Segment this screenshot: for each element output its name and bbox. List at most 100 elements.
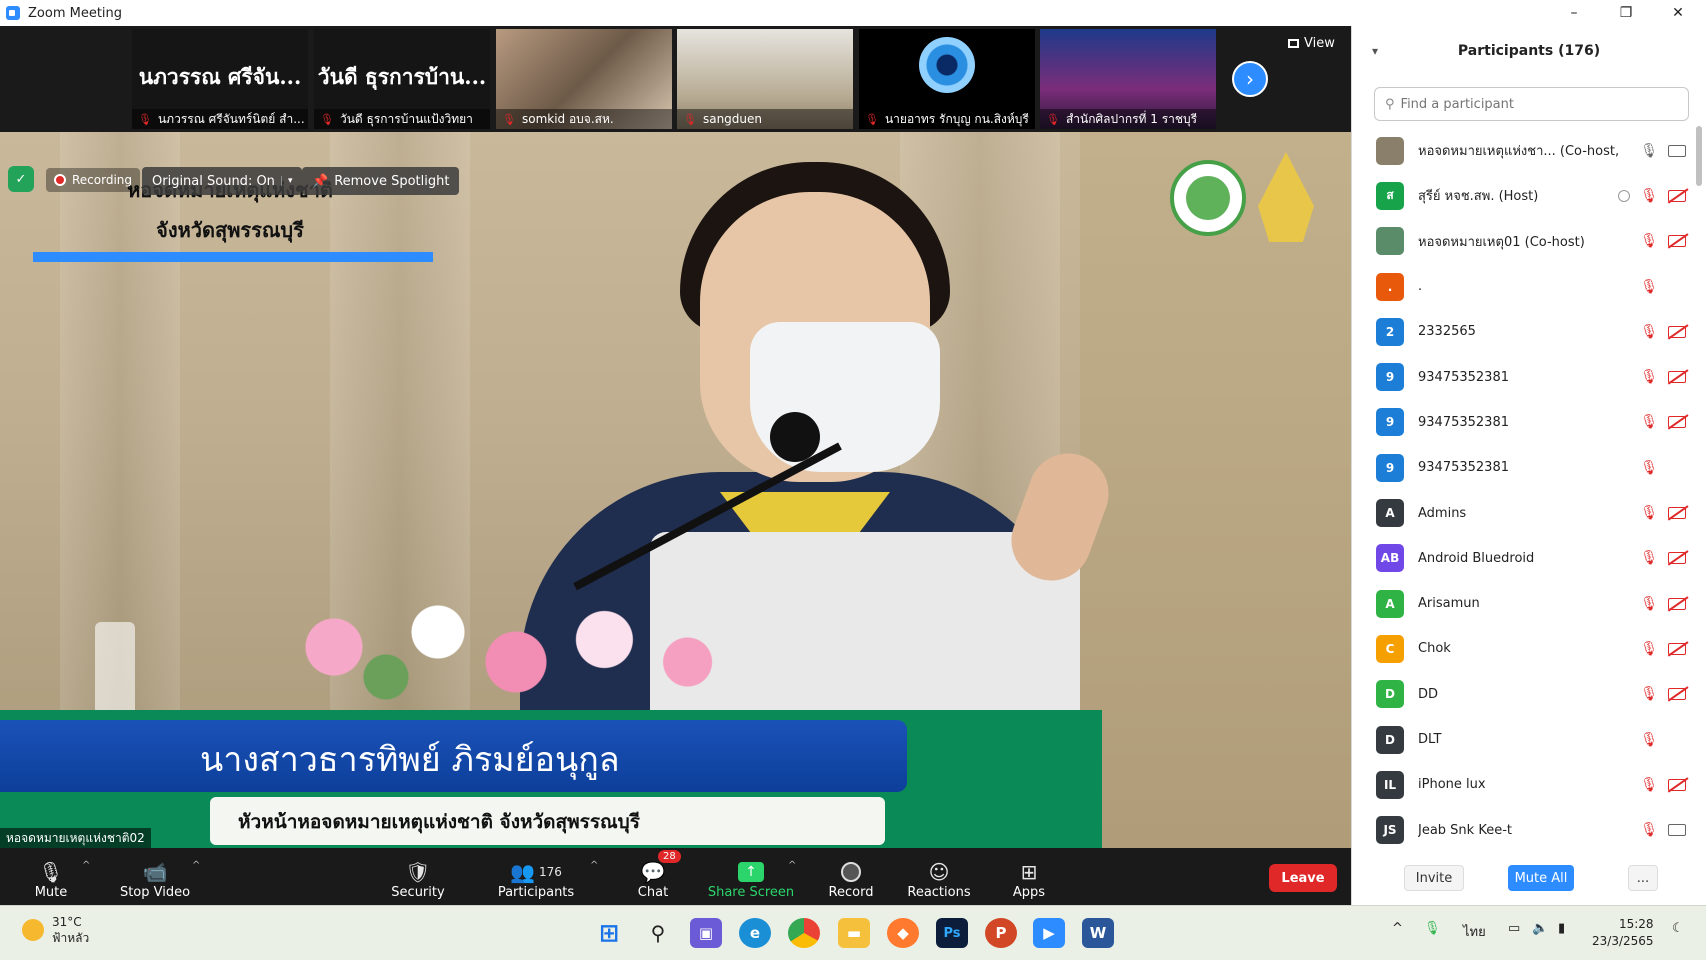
participant-row[interactable]: หอจดหมายเหตุแห่งชา... (Co-host, me) 🎙	[1352, 128, 1692, 173]
participants-button[interactable]: 👥 176 Participants	[491, 852, 581, 902]
windows-start-icon[interactable]: ⊞	[593, 918, 625, 948]
camera-off-icon[interactable]	[1668, 416, 1686, 429]
video-options-caret-icon[interactable]: ^	[192, 860, 200, 871]
muted-mic-icon[interactable]: 🎙	[1640, 777, 1658, 793]
volume-icon[interactable]: 🔈	[1532, 921, 1548, 936]
participant-row[interactable]: A Admins 🎙	[1352, 490, 1692, 535]
original-sound-button[interactable]: Original Sound: On ▾	[142, 167, 303, 195]
muted-mic-icon[interactable]: 🎙	[1640, 369, 1658, 385]
muted-mic-icon[interactable]: 🎙	[1640, 460, 1658, 476]
participant-row[interactable]: 9 93475352381 🎙	[1352, 400, 1692, 445]
participant-row[interactable]: A Arisamun 🎙	[1352, 581, 1692, 626]
camera-off-icon[interactable]	[1668, 235, 1686, 248]
participant-row[interactable]: 2 2332565 🎙	[1352, 309, 1692, 354]
show-hidden-icons-caret-icon[interactable]: ^	[1392, 921, 1403, 936]
notifications-icon[interactable]: ☾	[1672, 921, 1684, 936]
apps-button[interactable]: ⊞ Apps	[984, 852, 1074, 902]
muted-mic-icon[interactable]: 🎙	[1640, 686, 1658, 702]
muted-mic-icon[interactable]: 🎙	[1640, 188, 1658, 204]
camera-on-icon[interactable]	[1668, 144, 1686, 157]
muted-mic-icon[interactable]: 🎙	[1640, 732, 1658, 748]
teams-chat-icon[interactable]: ▣	[690, 918, 722, 948]
participant-thumbnail[interactable]: 🎙 นายอาทร รักบุญ กน.สิงห์บุรี	[859, 29, 1035, 129]
collapse-chevron-icon[interactable]: ▾	[1372, 44, 1378, 58]
minimize-button[interactable]: –	[1548, 0, 1600, 26]
camera-off-icon[interactable]	[1668, 642, 1686, 655]
participant-thumbnail[interactable]: นภวรรณ ศรีจัน... 🎙 นภวรรณ ศรีจันทร์นิตย์ …	[132, 29, 308, 129]
display-icon[interactable]: ▭	[1508, 921, 1520, 936]
file-explorer-icon[interactable]: ▬	[838, 918, 870, 948]
record-button[interactable]: Record	[806, 852, 896, 902]
share-options-caret-icon[interactable]: ^	[788, 860, 796, 871]
muted-mic-icon[interactable]: 🎙	[1640, 550, 1658, 566]
camera-off-icon[interactable]	[1668, 189, 1686, 202]
input-language[interactable]: ไทย	[1463, 921, 1486, 942]
participant-row[interactable]: 9 93475352381 🎙	[1352, 354, 1692, 399]
muted-mic-icon[interactable]: 🎙	[1640, 822, 1658, 838]
photoshop-icon[interactable]: Ps	[936, 918, 968, 948]
participant-thumbnail[interactable]: 🎙 สำนักศิลปากรที่ 1 ราชบุรี	[1040, 29, 1216, 129]
powerpoint-icon[interactable]: P	[985, 918, 1017, 948]
edge-browser-icon[interactable]: e	[739, 918, 771, 948]
camera-off-icon[interactable]	[1668, 507, 1686, 520]
system-clock[interactable]: 15:28 23/3/2565	[1592, 916, 1654, 950]
view-button[interactable]: View	[1288, 36, 1335, 51]
muted-mic-icon[interactable]: 🎙	[1640, 596, 1658, 612]
participant-row[interactable]: JS Jeab Snk Kee-t 🎙	[1352, 807, 1692, 852]
mic-on-icon[interactable]: 🎙	[1640, 143, 1658, 159]
encryption-shield-icon[interactable]: ✓	[8, 166, 34, 192]
microphone-in-use-icon[interactable]: 🎙	[1424, 921, 1441, 936]
participant-row[interactable]: C Chok 🎙	[1352, 626, 1692, 671]
participants-caret-icon[interactable]: ^	[590, 860, 598, 871]
search-icon[interactable]: ⚲	[642, 918, 674, 948]
participant-row[interactable]: IL iPhone lux 🎙	[1352, 762, 1692, 807]
participant-row[interactable]: .. 🎙	[1352, 264, 1692, 309]
participant-thumbnail[interactable]: 🎙 sangduen	[677, 29, 853, 129]
camera-off-icon[interactable]	[1668, 778, 1686, 791]
next-page-arrow-icon[interactable]: ›	[1232, 61, 1268, 97]
chrome-browser-icon[interactable]	[788, 918, 820, 948]
muted-mic-icon[interactable]: 🎙	[1640, 279, 1658, 295]
participant-row[interactable]: 9 93475352381 🎙	[1352, 445, 1692, 490]
camera-on-icon[interactable]	[1668, 824, 1686, 837]
camera-off-icon[interactable]	[1668, 371, 1686, 384]
word-icon[interactable]: W	[1082, 918, 1114, 948]
stop-video-button[interactable]: 📹 Stop Video	[110, 852, 200, 902]
zoom-taskbar-icon[interactable]: ▶	[1033, 918, 1065, 948]
muted-mic-icon[interactable]: 🎙	[1640, 505, 1658, 521]
close-button[interactable]: ✕	[1652, 0, 1704, 26]
mute-all-button[interactable]: Mute All	[1508, 865, 1574, 891]
camera-off-icon[interactable]	[1668, 597, 1686, 610]
participant-row[interactable]: D DD 🎙	[1352, 672, 1692, 717]
muted-mic-icon[interactable]: 🎙	[1640, 414, 1658, 430]
brave-browser-icon[interactable]: ◆	[887, 918, 919, 948]
camera-off-icon[interactable]	[1668, 325, 1686, 338]
camera-off-icon[interactable]	[1668, 688, 1686, 701]
participant-search[interactable]: ⚲	[1374, 87, 1689, 121]
remove-spotlight-button[interactable]: 📌 Remove Spotlight	[302, 167, 460, 195]
participant-row[interactable]: หอจดหมายเหตุ01 (Co-host) 🎙	[1352, 219, 1692, 264]
participant-row[interactable]: ส สุรีย์ หจช.สพ. (Host) 🎙	[1352, 173, 1692, 218]
muted-mic-icon[interactable]: 🎙	[1640, 641, 1658, 657]
reactions-button[interactable]: ☺ Reactions	[894, 852, 984, 902]
recording-indicator[interactable]: Recording	[46, 168, 141, 192]
participant-thumbnail[interactable]: 🎙 somkid อบจ.สห.	[496, 29, 672, 129]
chevron-down-icon[interactable]: ▾	[280, 176, 292, 186]
invite-button[interactable]: Invite	[1404, 865, 1464, 891]
chat-button[interactable]: 💬 Chat	[608, 852, 698, 902]
more-options-button[interactable]: ...	[1628, 865, 1658, 891]
camera-off-icon[interactable]	[1668, 552, 1686, 565]
muted-mic-icon[interactable]: 🎙	[1640, 324, 1658, 340]
security-button[interactable]: 🛡 Security	[373, 852, 463, 902]
search-input[interactable]	[1400, 96, 1671, 112]
battery-icon[interactable]: ▮	[1558, 921, 1565, 936]
share-screen-button[interactable]: ↑ Share Screen	[706, 852, 796, 902]
leave-button[interactable]: Leave	[1269, 864, 1337, 892]
participant-row[interactable]: D DLT 🎙	[1352, 717, 1692, 762]
audio-options-caret-icon[interactable]: ^	[82, 860, 90, 871]
muted-mic-icon[interactable]: 🎙	[1640, 233, 1658, 249]
weather-widget[interactable]: 31°C ฟ้าหลัว	[22, 914, 89, 946]
restore-button[interactable]: ❐	[1600, 0, 1652, 26]
participant-list-scrollbar[interactable]	[1696, 126, 1702, 186]
participant-row[interactable]: AB Android Bluedroid 🎙	[1352, 536, 1692, 581]
